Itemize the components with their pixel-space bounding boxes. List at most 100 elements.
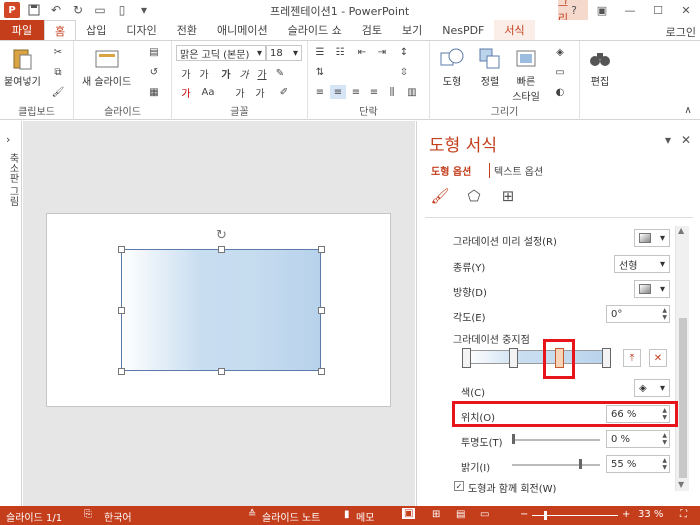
fit-slide-icon[interactable]: ⛶	[680, 509, 687, 520]
undo-icon[interactable]: ↶	[48, 2, 64, 18]
editing-button[interactable]: 편집	[586, 45, 614, 88]
gradient-stop[interactable]	[602, 348, 611, 368]
transparency-spinner[interactable]: 0 % ▲ ▼	[606, 430, 670, 448]
font-name-combo[interactable]: 맑은 고딕 (본문) ▾	[176, 45, 266, 61]
shapes-button[interactable]: 도형	[438, 45, 466, 88]
align-center-icon[interactable]: ≡	[330, 85, 346, 99]
layout-icon[interactable]: ▤	[146, 45, 162, 59]
section-icon[interactable]: ▦	[146, 85, 162, 99]
transparency-slider[interactable]	[512, 439, 600, 441]
brightness-slider-thumb[interactable]	[579, 459, 582, 469]
type-dropdown[interactable]: 선형 ▾	[614, 255, 670, 273]
color-picker[interactable]: ◈ ▾	[634, 379, 670, 397]
spinner-arrows-icon[interactable]: ▲ ▼	[662, 432, 667, 446]
new-slide-button[interactable]: 새 슬라이드	[82, 45, 131, 88]
rotate-with-shape-checkbox[interactable]: ✓	[454, 481, 464, 491]
cut-icon[interactable]: ✂	[50, 45, 66, 59]
rotate-handle-icon[interactable]: ↻	[216, 228, 227, 243]
gradient-stops-bar[interactable]	[466, 350, 609, 364]
numbering-icon[interactable]: ☷	[332, 45, 348, 59]
shape-fill-icon[interactable]: ◈	[552, 45, 568, 59]
tab-design[interactable]: 디자인	[116, 20, 166, 40]
zoom-slider-thumb[interactable]	[544, 511, 547, 520]
gradient-preset-dropdown[interactable]: ▾	[634, 229, 670, 247]
shape-effects-icon[interactable]: ◐	[552, 85, 568, 99]
tab-file[interactable]: 파일	[0, 20, 44, 40]
angle-spinner[interactable]: 0° ▲ ▼	[606, 305, 670, 323]
subscript-icon[interactable]: 가	[252, 85, 268, 100]
line-spacing-icon[interactable]: ↕	[396, 45, 412, 59]
gradient-rectangle-shape[interactable]	[121, 249, 321, 371]
bullets-icon[interactable]: ☰	[312, 45, 328, 59]
scroll-down-icon[interactable]: ▼	[678, 480, 684, 489]
add-gradient-stop-icon[interactable]: ⤒	[623, 349, 641, 367]
font-color-icon[interactable]: 가	[178, 85, 194, 100]
tab-insert[interactable]: 삽입	[76, 20, 116, 40]
zoom-out-icon[interactable]: −	[520, 509, 528, 520]
resize-handle[interactable]	[118, 368, 125, 375]
tab-text-options[interactable]: 텍스트 옵션	[489, 163, 543, 178]
slideshow-view-icon[interactable]: ▭	[480, 509, 489, 520]
resize-handle[interactable]	[118, 246, 125, 253]
italic-icon[interactable]: 가	[236, 66, 252, 81]
resize-handle[interactable]	[118, 307, 125, 314]
save-icon[interactable]	[26, 2, 42, 18]
scroll-up-icon[interactable]: ▲	[678, 226, 684, 235]
tab-view[interactable]: 보기	[392, 20, 432, 40]
fill-line-icon[interactable]: 🖌	[430, 187, 449, 205]
arrange-button[interactable]: 정렬	[476, 45, 504, 88]
normal-view-icon[interactable]: ▣	[402, 508, 416, 519]
size-properties-icon[interactable]: ⊞	[499, 187, 517, 205]
ribbon-display-options-icon[interactable]: ▣	[588, 0, 616, 20]
format-painter-icon[interactable]: 🖌	[50, 85, 66, 99]
notes-button[interactable]: 슬라이드 노트	[262, 509, 320, 524]
sign-in-link[interactable]: 로그인	[666, 24, 696, 40]
bold-icon[interactable]: 가	[218, 66, 234, 81]
resize-handle[interactable]	[218, 246, 225, 253]
align-right-icon[interactable]: ≡	[348, 85, 364, 99]
gradient-stop[interactable]	[509, 348, 518, 368]
maximize-icon[interactable]: ☐	[644, 0, 672, 20]
align-left-icon[interactable]: ≡	[312, 85, 328, 99]
effects-icon[interactable]: ⬠	[465, 187, 483, 205]
tab-home[interactable]: 홈	[44, 20, 77, 40]
zoom-level[interactable]: 33 %	[638, 509, 663, 520]
resize-handle[interactable]	[218, 368, 225, 375]
tab-format[interactable]: 서식	[494, 20, 535, 40]
start-slideshow-icon[interactable]: ▭	[92, 2, 108, 18]
increase-indent-icon[interactable]: ⇥	[374, 45, 390, 59]
paste-button[interactable]: 붙여넣기	[4, 45, 41, 88]
spinner-arrows-icon[interactable]: ▲ ▼	[662, 307, 667, 321]
highlight-icon[interactable]: ✐	[276, 85, 292, 99]
quick-styles-button[interactable]: 빠른 스타일	[512, 45, 540, 103]
redo-icon[interactable]: ↻	[70, 2, 86, 18]
justify-icon[interactable]: ≡	[366, 85, 382, 99]
new-document-icon[interactable]: ▯	[114, 2, 130, 18]
align-text-icon[interactable]: ⇳	[396, 65, 412, 79]
tab-slideshow[interactable]: 슬라이드 쇼	[278, 20, 352, 40]
tab-nespdf[interactable]: NesPDF	[432, 20, 494, 40]
transparency-slider-thumb[interactable]	[512, 434, 515, 444]
clear-format-icon[interactable]: ✎	[272, 66, 288, 80]
pane-close-icon[interactable]: ✕	[681, 133, 691, 147]
shape-outline-icon[interactable]: ▭	[552, 65, 568, 79]
change-case-icon[interactable]: Aa	[200, 85, 216, 99]
collapse-ribbon-icon[interactable]: ∧	[680, 103, 696, 117]
text-direction-icon[interactable]: ⇅	[312, 65, 328, 79]
tab-transitions[interactable]: 전환	[167, 20, 207, 40]
scrollbar-thumb[interactable]	[679, 318, 687, 478]
powerpoint-icon[interactable]: P	[4, 2, 20, 18]
spelling-icon[interactable]: ⎘	[84, 509, 92, 520]
reset-icon[interactable]: ↺	[146, 65, 162, 79]
smartart-icon[interactable]: ▥	[404, 85, 420, 99]
expand-thumbnails-icon[interactable]: ›	[6, 133, 10, 146]
resize-handle[interactable]	[318, 246, 325, 253]
customize-qat-icon[interactable]: ▾	[136, 2, 152, 18]
decrease-font-icon[interactable]: 가	[196, 66, 212, 81]
tab-shape-options[interactable]: 도형 옵션	[431, 163, 471, 178]
comments-icon[interactable]: ▮	[344, 509, 350, 520]
brightness-spinner[interactable]: 55 % ▲ ▼	[606, 455, 670, 473]
resize-handle[interactable]	[318, 368, 325, 375]
spinner-arrows-icon[interactable]: ▲ ▼	[662, 457, 667, 471]
remove-gradient-stop-icon[interactable]: ✕	[649, 349, 667, 367]
